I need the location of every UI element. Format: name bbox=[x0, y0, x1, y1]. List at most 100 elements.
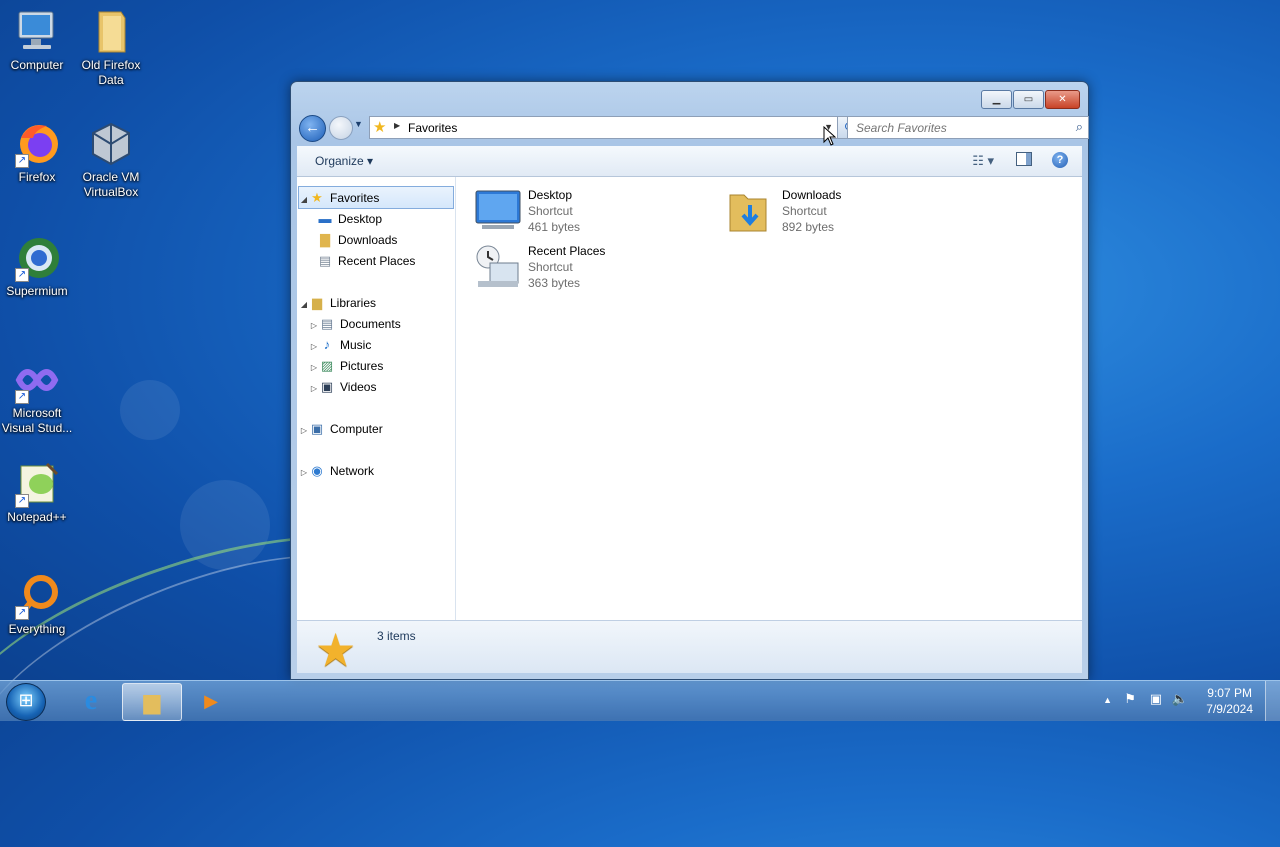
explorer-folder-icon: ▆ bbox=[143, 689, 161, 714]
minimize-button[interactable]: ▁ bbox=[981, 90, 1012, 109]
maximize-button[interactable]: ▭ bbox=[1013, 90, 1044, 109]
nav-label: Documents bbox=[340, 317, 401, 331]
nav-label: Libraries bbox=[330, 296, 377, 310]
recent-places-icon: ▤ bbox=[318, 253, 332, 268]
file-size: 461 bytes bbox=[528, 220, 581, 234]
downloads-folder-icon bbox=[726, 187, 778, 235]
nav-recent-places[interactable]: ▤ Recent Places bbox=[317, 250, 416, 271]
desktop-icon-label: Computer bbox=[10, 58, 64, 72]
change-view-button[interactable]: ☷ ▾ bbox=[972, 153, 994, 169]
address-bar[interactable]: ★ ▶ Favorites ▼ bbox=[369, 116, 838, 139]
nav-label: Computer bbox=[330, 422, 383, 436]
computer-icon bbox=[13, 8, 61, 56]
nav-label: Desktop bbox=[338, 212, 383, 226]
file-meta: Downloads Shortcut 892 bytes bbox=[782, 187, 841, 235]
desktop-icon-label: Microsoft Visual Stud... bbox=[1, 406, 73, 435]
organize-button[interactable]: Organize ▾ bbox=[315, 154, 373, 168]
navigation-pane: ◢ ★ Favorites ▬ Desktop ▇ Downloads ▤ Recent … bbox=[297, 177, 456, 620]
taskbar: e ▆ ▶ ▲ ⚑ ▣ 🔈 9:07 PM 7/9/2024 bbox=[0, 680, 1280, 721]
clock-time: 9:07 PM bbox=[1207, 686, 1252, 700]
computer-icon: ▣ bbox=[310, 421, 324, 436]
nav-favorites[interactable]: ◢ ★ Favorites bbox=[298, 186, 454, 209]
breadcrumb-favorites[interactable]: Favorites bbox=[408, 121, 457, 135]
desktop-icon-label: Firefox bbox=[18, 170, 56, 184]
shortcut-arrow-icon: ↗ bbox=[15, 268, 29, 282]
nav-downloads[interactable]: ▇ Downloads bbox=[317, 229, 397, 250]
desktop-icon-label: Oracle VM VirtualBox bbox=[82, 170, 140, 199]
taskbar-windows-explorer[interactable]: ▆ bbox=[122, 683, 182, 721]
nav-network[interactable]: ▷ ◉ Network bbox=[299, 460, 374, 481]
desktop-icon-label: Everything bbox=[8, 622, 66, 636]
expand-arrow-icon[interactable]: ▷ bbox=[309, 357, 319, 378]
nav-label: Favorites bbox=[330, 191, 380, 205]
organize-label: Organize bbox=[315, 154, 364, 168]
back-button[interactable]: ← bbox=[299, 115, 326, 142]
documents-icon: ▤ bbox=[320, 316, 334, 331]
favorites-star-icon: ★ bbox=[311, 190, 323, 205]
desktop-icon-computer[interactable]: Computer bbox=[0, 8, 74, 73]
expand-arrow-icon[interactable]: ◢ bbox=[299, 189, 309, 210]
desktop-icon-firefox[interactable]: ↗ Firefox bbox=[0, 120, 74, 185]
file-type: Shortcut bbox=[782, 204, 827, 218]
nav-videos[interactable]: ▷ ▣ Videos bbox=[309, 376, 377, 399]
taskbar-media-player[interactable]: ▶ bbox=[182, 683, 240, 719]
volume-muted-icon[interactable]: 🔈 bbox=[1172, 691, 1188, 707]
file-item-downloads[interactable]: Downloads Shortcut 892 bytes bbox=[726, 187, 841, 235]
virtualbox-icon bbox=[87, 120, 135, 168]
supermium-icon: ↗ bbox=[13, 234, 61, 282]
nav-music[interactable]: ▷ ♪ Music bbox=[309, 334, 371, 355]
forward-button[interactable] bbox=[329, 116, 353, 140]
clock-date: 7/9/2024 bbox=[1206, 702, 1253, 716]
desktop-icon: ▬ bbox=[318, 211, 332, 226]
desktop-icon-supermium[interactable]: ↗ Supermium bbox=[0, 234, 74, 299]
libraries-icon: ▆ bbox=[312, 295, 322, 310]
visual-studio-icon: ↗ bbox=[13, 356, 61, 404]
desktop-icon-old-firefox-data[interactable]: Old Firefox Data bbox=[74, 8, 148, 88]
taskbar-internet-explorer[interactable]: e bbox=[62, 683, 120, 719]
file-meta: Recent Places Shortcut 363 bytes bbox=[528, 243, 605, 291]
nav-label: Network bbox=[330, 464, 375, 478]
close-button[interactable]: ✕ bbox=[1045, 90, 1080, 109]
desktop-icon-everything[interactable]: ↗ Everything bbox=[0, 572, 74, 637]
search-input[interactable] bbox=[854, 117, 1058, 138]
expand-arrow-icon[interactable]: ▷ bbox=[309, 336, 319, 357]
file-list: Desktop Shortcut 461 bytes Downloads Sho… bbox=[456, 177, 1082, 620]
network-icon: ◉ bbox=[311, 463, 323, 478]
preview-pane-button[interactable] bbox=[1016, 152, 1032, 166]
videos-icon: ▣ bbox=[320, 379, 334, 394]
desktop-icon-virtualbox[interactable]: Oracle VM VirtualBox bbox=[74, 120, 148, 200]
expand-arrow-icon[interactable]: ▷ bbox=[309, 378, 319, 399]
system-clock[interactable]: 9:07 PM 7/9/2024 bbox=[1206, 685, 1253, 717]
nav-libraries[interactable]: ◢ ▆ Libraries bbox=[299, 292, 376, 313]
file-item-desktop[interactable]: Desktop Shortcut 461 bytes bbox=[472, 187, 580, 235]
nav-computer[interactable]: ▷ ▣ Computer bbox=[299, 418, 383, 439]
favorites-star-icon: ★ bbox=[315, 624, 357, 676]
desktop-icon-label: Notepad++ bbox=[7, 510, 67, 524]
start-button[interactable] bbox=[6, 683, 46, 721]
network-status-icon[interactable]: ▣ bbox=[1150, 691, 1162, 707]
nav-documents[interactable]: ▷ ▤ Documents bbox=[309, 313, 401, 334]
pictures-icon: ▨ bbox=[320, 358, 334, 373]
expand-arrow-icon[interactable]: ▷ bbox=[299, 420, 309, 441]
show-hidden-icons-icon[interactable]: ▲ bbox=[1103, 695, 1112, 705]
shortcut-arrow-icon: ↗ bbox=[15, 154, 29, 168]
favorites-star-icon: ★ bbox=[373, 119, 387, 136]
help-button[interactable]: ? bbox=[1052, 152, 1068, 168]
expand-arrow-icon[interactable]: ▷ bbox=[299, 462, 309, 483]
show-desktop-button[interactable] bbox=[1265, 681, 1280, 721]
breadcrumb-separator-icon[interactable]: ▶ bbox=[394, 121, 400, 130]
expand-arrow-icon[interactable]: ◢ bbox=[299, 294, 309, 315]
mouse-cursor-icon bbox=[823, 125, 837, 149]
recent-pages-dropdown-icon[interactable]: ▼ bbox=[354, 119, 363, 129]
nav-pictures[interactable]: ▷ ▨ Pictures bbox=[309, 355, 383, 376]
desktop-icon-visual-studio[interactable]: ↗ Microsoft Visual Stud... bbox=[0, 356, 74, 436]
desktop-icon-notepadpp[interactable]: ↗ Notepad++ bbox=[0, 460, 74, 525]
file-item-recent-places[interactable]: Recent Places Shortcut 363 bytes bbox=[472, 243, 605, 291]
expand-arrow-icon[interactable]: ▷ bbox=[309, 315, 319, 336]
file-type: Shortcut bbox=[528, 204, 573, 218]
search-box[interactable]: ⌕ bbox=[847, 116, 1089, 139]
file-name: Desktop bbox=[528, 188, 573, 202]
nav-desktop[interactable]: ▬ Desktop bbox=[317, 208, 383, 229]
search-icon[interactable]: ⌕ bbox=[1076, 119, 1083, 135]
action-center-flag-icon[interactable]: ⚑ bbox=[1124, 691, 1136, 707]
